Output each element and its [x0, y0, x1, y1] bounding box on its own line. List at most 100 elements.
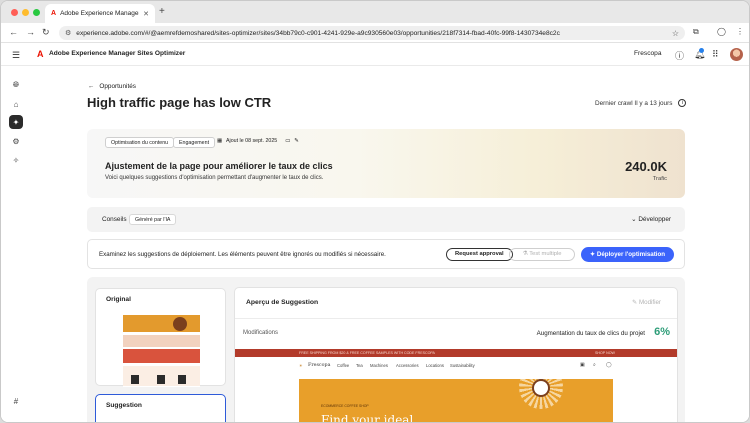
test-multiple-button[interactable]: ⚗ Test multiple	[509, 248, 575, 261]
flask-icon: ⚗	[522, 251, 528, 257]
preview-title: Aperçu de Suggestion	[246, 299, 319, 306]
back-link-label: Opportunités	[99, 83, 136, 90]
avatar[interactable]	[730, 48, 743, 61]
info-icon[interactable]: i	[678, 99, 687, 107]
site-promo-banner: FREE SHIPPING FROM $20 & FREE COFFEE SAM…	[235, 349, 677, 357]
deployment-action-bar: Examinez les suggestions de déploiement.…	[87, 239, 685, 269]
reload-icon[interactable]: ↻	[42, 27, 50, 38]
site-hero-cup	[532, 379, 550, 397]
divider	[235, 318, 677, 319]
tab-title: Adobe Experience Manager S	[60, 10, 140, 17]
suggestions-panel: Original Suggestion Aperçu de Suggestion	[87, 277, 685, 423]
page-title: High traffic page has low CTR	[87, 95, 272, 110]
ai-generated-badge: Généré par l'IA	[129, 214, 177, 225]
zoom-window-button[interactable]	[33, 9, 40, 16]
traffic-label: Trafic	[652, 176, 667, 182]
original-card[interactable]: Original	[95, 288, 226, 387]
expand-button[interactable]: ⌄ Développer	[631, 215, 671, 223]
tag-engagement: Engagement	[173, 137, 216, 148]
ctr-increase-label: Augmentation du taux de clics du projet	[536, 330, 645, 337]
ctr-increase-value: 6%	[654, 326, 670, 338]
close-tab-icon[interactable]: ✕	[143, 10, 149, 18]
request-approval-button[interactable]: Request approval	[446, 248, 513, 261]
magic-wand-icon[interactable]: ✧	[9, 153, 23, 167]
added-date-text: Ajout le 08 sept. 2025	[226, 138, 278, 144]
bookmark-star-icon[interactable]: ☆	[672, 29, 679, 38]
preview-window-icon[interactable]: ▭	[285, 138, 290, 144]
adobe-logo-icon: A	[37, 49, 44, 59]
arrow-left-icon: ←	[88, 83, 95, 90]
opportunity-summary-card: Optimisation du contenu Engagement ▦ Ajo…	[87, 129, 685, 198]
opportunities-icon[interactable]: ✦	[9, 115, 23, 129]
deploy-icon: ✦	[589, 251, 596, 258]
close-window-button[interactable]	[11, 9, 18, 16]
site-promo-text: FREE SHIPPING FROM $20 & FREE COFFEE SAM…	[299, 351, 435, 355]
help-icon[interactable]: ⓘ	[675, 49, 684, 62]
home-icon[interactable]: ⌂	[9, 97, 23, 111]
app-header: ☰ A Adobe Experience Manager Sites Optim…	[1, 44, 749, 66]
slack-icon[interactable]: #	[9, 394, 23, 408]
back-to-opportunities-link[interactable]: ← Opportunités	[88, 83, 136, 90]
site-nav: ☀ Frescopa Coffee Tea Machines Accessori…	[235, 357, 677, 374]
last-crawl: Dernier crawl Il y a 13 jours i	[595, 99, 687, 107]
site-nav-machines: Machines	[370, 363, 388, 368]
last-crawl-text: Dernier crawl Il y a 13 jours	[595, 99, 673, 107]
opportunity-subtitle: Voici quelques suggestions d'optimisatio…	[105, 175, 324, 181]
site-hero-headline: Find your ideal	[321, 413, 414, 423]
browser-window: A Adobe Experience Manager S ✕ + ← → ↻ ⚙…	[0, 0, 750, 423]
site-brand: Frescopa	[308, 363, 331, 368]
profile-icon[interactable]: ◯	[717, 27, 726, 36]
site-preview: FREE SHIPPING FROM $20 & FREE COFFEE SAM…	[235, 349, 677, 423]
tab-strip: A Adobe Experience Manager S ✕ +	[1, 1, 749, 23]
site-nav-accessories: Accessories	[396, 363, 419, 368]
address-row: ← → ↻ ⚙ experience.adobe.com/#/@aemrefde…	[1, 23, 749, 43]
site-nav-locations: Locations	[426, 363, 444, 368]
suggestion-preview: Aperçu de Suggestion ✎ Modifier Modifica…	[234, 287, 678, 423]
notification-badge	[699, 48, 704, 53]
site-account-icon: ◯	[606, 362, 612, 368]
hamburger-menu-icon[interactable]: ☰	[12, 50, 20, 61]
new-tab-icon[interactable]: +	[159, 6, 165, 17]
address-bar[interactable]: ⚙ experience.adobe.com/#/@aemrefdemoshar…	[59, 26, 685, 40]
browser-menu-icon[interactable]: ⋮	[736, 27, 744, 36]
suggestion-label: Suggestion	[106, 402, 142, 409]
left-rail: 🌐︎ ⌂ ✦ ⚙ ✧ #	[1, 67, 31, 422]
site-cart-icon: ▣	[580, 362, 585, 368]
globe-icon[interactable]: 🌐︎	[9, 78, 23, 92]
traffic-value: 240.0K	[625, 159, 667, 174]
modify-label: Modifier	[638, 299, 661, 306]
settings-gear-icon[interactable]: ⚙	[9, 134, 23, 148]
suggestion-card[interactable]: Suggestion	[95, 394, 226, 422]
minimize-window-button[interactable]	[22, 9, 29, 16]
site-settings-icon[interactable]: ⚙	[65, 29, 71, 37]
extensions-icon[interactable]: ⧉	[693, 27, 699, 37]
site-nav-coffee: Coffee	[337, 363, 350, 368]
deploy-optimization-button[interactable]: ✦ Déployer l'optimisation	[581, 247, 674, 262]
org-switcher[interactable]: Frescopa	[634, 50, 662, 57]
modify-button[interactable]: ✎ Modifier	[632, 299, 661, 306]
deploy-label: Déployer l'optimisation	[596, 251, 666, 258]
site-shop-now: SHOP NOW	[595, 351, 615, 355]
original-label: Original	[106, 296, 131, 303]
chevron-down-icon: ⌄	[631, 216, 637, 223]
calendar-icon: ▦	[217, 138, 223, 144]
back-arrow-icon[interactable]: ←	[9, 27, 18, 37]
advice-label: Conseils	[102, 216, 127, 223]
site-hero: ECOMMERCE COFFEE SHOP Find your ideal	[299, 379, 613, 423]
edit-pencil-icon[interactable]: ✎	[294, 138, 298, 144]
forward-arrow-icon[interactable]: →	[26, 27, 35, 37]
advice-section[interactable]: Conseils Généré par l'IA ⌄ Développer	[87, 207, 685, 232]
site-search-icon: ⌕	[593, 362, 596, 368]
opportunity-title: Ajustement de la page pour améliorer le …	[105, 161, 333, 171]
deployment-instructions: Examinez les suggestions de déploiement.…	[99, 251, 386, 258]
added-date: ▦ Ajout le 08 sept. 2025 ▭ ✎	[217, 138, 299, 144]
site-logo-icon: ☀	[299, 363, 303, 368]
url-text[interactable]: experience.adobe.com/#/@aemrefdemoshared…	[76, 30, 667, 37]
site-nav-tea: Tea	[356, 363, 363, 368]
modifications-label: Modifications	[243, 330, 279, 336]
apps-grid-icon[interactable]: ⠿	[712, 49, 719, 60]
site-nav-sustainability: Sustainability	[450, 363, 475, 368]
original-page-thumbnail	[123, 315, 200, 387]
tag-content-optimization: Optimisation du contenu	[105, 137, 175, 148]
browser-tab[interactable]: A Adobe Experience Manager S ✕	[45, 4, 155, 23]
